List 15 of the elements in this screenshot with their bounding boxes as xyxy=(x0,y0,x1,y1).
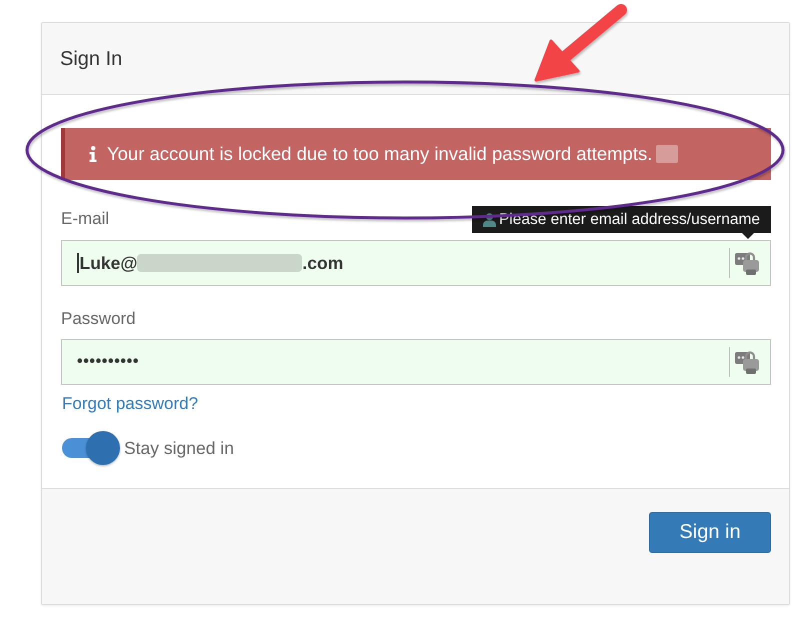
toggle-switch[interactable] xyxy=(62,430,120,466)
card-lock-icon[interactable] xyxy=(735,350,759,374)
sign-in-button[interactable]: Sign in xyxy=(649,512,771,553)
field-label: Password xyxy=(61,308,136,330)
email-field[interactable]: Luke@ .com xyxy=(61,240,771,286)
alert-message: Your account is locked due to too many invalid password attempts. xyxy=(107,143,652,165)
info-icon xyxy=(89,146,97,162)
toggle-label: Stay signed in xyxy=(124,438,234,458)
panel-title: Sign In xyxy=(60,48,122,71)
password-field[interactable]: •••••••••• xyxy=(61,339,771,385)
forgot-password-link[interactable]: Forgot password? xyxy=(62,394,198,413)
field-label: E-mail xyxy=(61,208,110,230)
card-lock-icon[interactable] xyxy=(735,251,759,275)
text-caret xyxy=(77,253,78,273)
user-icon xyxy=(482,213,496,227)
